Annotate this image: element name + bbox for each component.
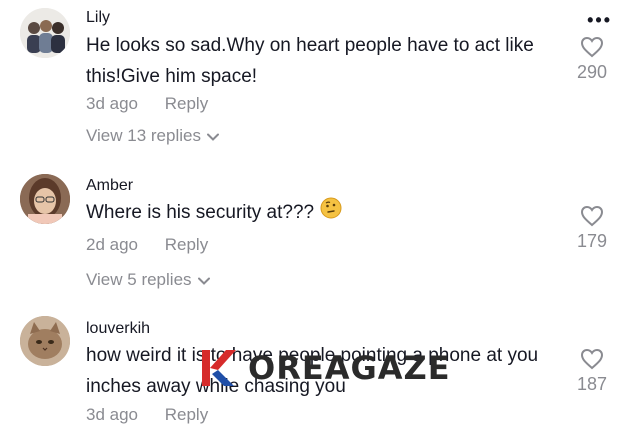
avatar[interactable] <box>20 316 70 366</box>
chevron-down-icon <box>206 133 219 141</box>
heart-icon <box>580 36 604 58</box>
like-count: 290 <box>576 62 608 82</box>
like-button[interactable]: 179 <box>570 205 614 252</box>
watermark-text: OREAGAZE <box>248 349 451 387</box>
like-button[interactable]: 187 <box>570 348 614 395</box>
comment-username[interactable]: Amber <box>86 177 133 195</box>
koreagaze-logo <box>202 350 236 386</box>
comment-username[interactable]: louverkih <box>86 320 150 338</box>
watermark: OREAGAZE <box>200 345 451 391</box>
comment-text-content: Where is his security at??? <box>86 202 315 224</box>
like-count: 187 <box>576 374 608 394</box>
comment-text: Where is his security at??? <box>86 197 566 229</box>
comment-timestamp: 3d ago <box>86 94 138 113</box>
cat-photo-avatar <box>20 316 70 366</box>
comment-meta: 3d ago Reply <box>86 94 208 114</box>
heart-icon <box>580 205 604 227</box>
avatar[interactable] <box>20 8 70 58</box>
heart-icon <box>580 348 604 370</box>
view-replies-button[interactable]: View 5 replies <box>86 270 210 290</box>
comment-timestamp: 3d ago <box>86 405 138 424</box>
like-count: 179 <box>576 231 608 251</box>
like-button[interactable]: 290 <box>570 36 614 83</box>
view-replies-label: View 13 replies <box>86 126 201 145</box>
comment-meta: 3d ago Reply <box>86 405 208 425</box>
reply-button[interactable]: Reply <box>165 235 208 254</box>
comment-text: He looks so sad.Why on heart people have… <box>86 35 534 87</box>
more-options-icon[interactable]: ••• <box>587 10 612 31</box>
avatar[interactable] <box>20 174 70 224</box>
reply-button[interactable]: Reply <box>165 94 208 113</box>
thinking-face-icon <box>320 197 342 229</box>
comment-username[interactable]: Lily <box>86 9 110 27</box>
comment-timestamp: 2d ago <box>86 235 138 254</box>
chevron-down-icon <box>197 277 210 285</box>
reply-button[interactable]: Reply <box>165 405 208 424</box>
woman-photo-avatar <box>20 174 70 224</box>
comment-meta: 2d ago Reply <box>86 235 208 255</box>
group-photo-avatar <box>20 8 70 58</box>
view-replies-button[interactable]: View 13 replies <box>86 126 219 146</box>
view-replies-label: View 5 replies <box>86 270 192 289</box>
